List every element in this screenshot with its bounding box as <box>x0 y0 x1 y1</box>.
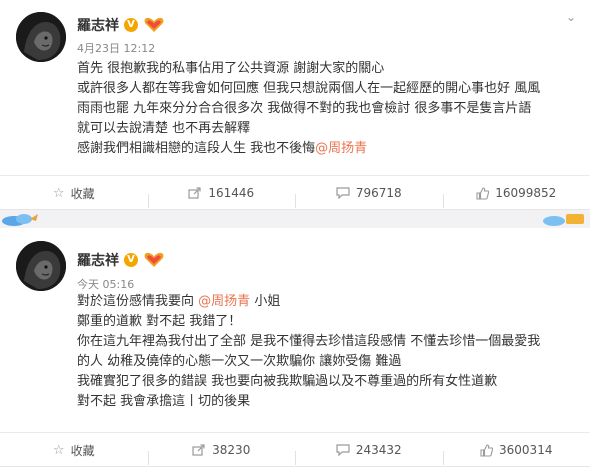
content-line: 鄭重的道歉 對不起 我錯了！ <box>77 312 574 332</box>
favorite-label: 收藏 <box>71 442 95 459</box>
action-bar: ☆ 收藏 161446 796718 16099852 <box>0 175 590 210</box>
weibo-post-1: 羅志祥 V 4月23日 12:12 ⌄ 首先 很抱歉我的私事佔用了公共資源 謝謝… <box>0 0 590 210</box>
content-line: 你在這九年裡為我付出了全部 是我不懂得去珍惜這段感情 不懂去珍惜一個最愛我 <box>77 332 574 352</box>
chevron-down-icon[interactable]: ⌄ <box>566 10 576 24</box>
decorative-cloud-icon <box>0 211 40 227</box>
decorative-cloud-icon <box>540 211 588 227</box>
post-time[interactable]: 4月23日 12:12 <box>77 40 155 56</box>
verified-v-icon: V <box>124 18 138 32</box>
share-button[interactable]: 161446 <box>148 186 296 200</box>
share-icon <box>192 444 206 456</box>
lion-avatar-icon <box>16 241 66 291</box>
comment-button[interactable]: 243432 <box>295 443 443 457</box>
content-line: 我確實犯了很多的錯誤 我也要向被我欺騙過以及不尊重過的所有女性道歉 <box>77 372 574 392</box>
share-count: 161446 <box>208 186 254 200</box>
author-avatar[interactable] <box>16 12 66 62</box>
content-text: 感謝我們相識相戀的這段人生 我也不後悔 <box>77 141 315 156</box>
action-bar: ☆ 收藏 38230 243432 3600314 <box>0 432 590 467</box>
like-icon <box>476 187 489 200</box>
member-heart-icon[interactable] <box>143 17 165 33</box>
post-content: 首先 很抱歉我的私事佔用了公共資源 謝謝大家的關心 或許很多人都在等我會如何回應… <box>77 59 574 159</box>
member-heart-icon[interactable] <box>143 252 165 268</box>
author-avatar[interactable] <box>16 241 66 291</box>
verified-v-icon: V <box>124 253 138 267</box>
favorite-button[interactable]: ☆ 收藏 <box>0 185 148 202</box>
content-line: 感謝我們相識相戀的這段人生 我也不後悔@周扬青 <box>77 139 574 159</box>
author-name[interactable]: 羅志祥 <box>77 15 119 35</box>
comment-count: 243432 <box>356 443 402 457</box>
content-line: 對於這份感情我要向 @周扬青 小姐 <box>77 292 574 312</box>
like-count: 3600314 <box>499 443 552 457</box>
like-icon <box>480 444 493 457</box>
like-count: 16099852 <box>495 186 556 200</box>
content-line: 的人 幼稚及僥倖的心態一次又一次欺騙你 讓妳受傷 難過 <box>77 352 574 372</box>
like-button[interactable]: 16099852 <box>443 186 590 200</box>
content-line: 對不起 我會承擔這丨切的後果 <box>77 392 574 412</box>
post-time[interactable]: 今天 05:16 <box>77 276 134 292</box>
content-line: 或許很多人都在等我會如何回應 但我只想說兩個人在一起經歷的開心事也好 風風 <box>77 79 574 99</box>
mention-link[interactable]: @周扬青 <box>315 141 367 156</box>
content-text: 小姐 <box>254 294 280 309</box>
mention-link[interactable]: @周扬青 <box>198 294 250 309</box>
author-name[interactable]: 羅志祥 <box>77 250 119 270</box>
content-line: 雨雨也罷 九年來分分合合很多次 我做得不對的我也會檢討 很多事不是隻言片語 <box>77 99 574 119</box>
content-line: 就可以去說清楚 也不再去解釋 <box>77 119 574 139</box>
favorite-button[interactable]: ☆ 收藏 <box>0 442 148 459</box>
content-text: 對於這份感情我要向 <box>77 294 194 309</box>
star-icon: ☆ <box>53 187 65 200</box>
comment-icon <box>336 187 350 199</box>
lion-avatar-icon <box>16 12 66 62</box>
content-line: 首先 很抱歉我的私事佔用了公共資源 謝謝大家的關心 <box>77 59 574 79</box>
favorite-label: 收藏 <box>71 185 95 202</box>
like-button[interactable]: 3600314 <box>443 443 590 457</box>
share-icon <box>188 187 202 199</box>
share-count: 38230 <box>212 443 250 457</box>
weibo-post-2: 羅志祥 V 今天 05:16 對於這份感情我要向 @周扬青 小姐 鄭重的道歉 對… <box>0 228 590 467</box>
comment-button[interactable]: 796718 <box>295 186 443 200</box>
star-icon: ☆ <box>53 444 65 457</box>
comment-icon <box>336 444 350 456</box>
comment-count: 796718 <box>356 186 402 200</box>
post-content: 對於這份感情我要向 @周扬青 小姐 鄭重的道歉 對不起 我錯了！ 你在這九年裡為… <box>77 292 574 412</box>
share-button[interactable]: 38230 <box>148 443 296 457</box>
